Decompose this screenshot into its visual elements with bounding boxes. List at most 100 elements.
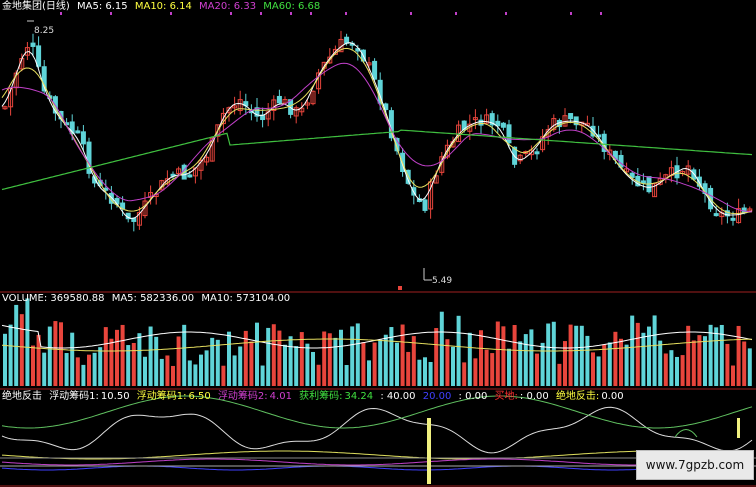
volume-bar [747,348,752,386]
volume-bar [641,332,646,386]
float-chips1-value: 10.50 [100,391,130,402]
candle-body [80,131,86,145]
volume-bar [199,354,203,386]
chart-canvas[interactable]: 8.25 5.49 [0,0,756,487]
volume-bar [451,346,455,386]
watermark: www.7gpzb.com [636,450,754,480]
volume-bar [691,340,696,386]
volume-bar [81,364,86,386]
volume-bar [299,332,304,386]
volume-bar [669,350,674,386]
volume-bar [652,315,657,386]
volume-bar [551,321,556,386]
volume-bar [742,341,747,386]
candle-body [75,130,81,134]
volume-bar [31,345,35,386]
volume-bar [507,348,511,386]
candle-body [500,122,506,128]
volume-bar [675,356,679,386]
volume-bar [518,341,523,386]
volume-bar [462,362,467,386]
volume-bar [64,353,69,386]
counter-label: 绝地反击: [555,391,600,402]
low-price-label: 5.49 [432,276,452,286]
volume-bar [423,357,427,386]
bottom-label: 买地: [494,391,518,402]
float-chips2-label: 浮动筹码1: [136,391,187,402]
volume-bar [193,364,198,386]
volume-bar [725,343,730,386]
volume-bar [411,336,416,386]
top-marker [600,12,602,15]
volume-bar [546,323,551,386]
volume-bar [204,350,209,386]
volume-bar [238,346,243,386]
counter-value: 0.00 [601,391,624,402]
candle-body [36,45,42,67]
volume-bar [456,315,461,386]
volume-bar [523,334,528,386]
volume-bar [47,326,52,386]
volume-bar [171,365,175,386]
signal-bar [427,418,431,484]
volume-bar [400,324,405,386]
volume-bar [395,342,399,386]
volume-header: VOLUME: 369580.88 MA5: 582336.00 MA10: 5… [2,293,294,305]
volume-bar [372,342,377,386]
volume-bar [59,322,63,386]
volume-bar [579,325,584,386]
volume-bar [434,328,439,386]
volume-bar [529,329,534,386]
volume-bar [14,304,19,386]
volume-bar [714,327,719,386]
volume-bar [70,332,75,386]
indicator-name: 绝地反击 [2,391,42,402]
volume-bar [115,329,119,386]
volume-bar [260,365,265,386]
volume-bar [350,326,355,386]
volume-bar [484,349,489,386]
volume-bar [501,326,506,386]
volume-bar [221,365,226,386]
volume-ma10: MA10: 573104.00 [201,293,291,304]
volume-bar [8,324,13,386]
top-marker [410,12,412,15]
candle-body [30,42,36,47]
volume-bar [406,351,411,386]
volume-bar [344,365,349,386]
volume-bar [109,338,114,386]
volume-bar [479,330,483,386]
volume-bar [378,339,383,386]
volume-bar [143,356,147,386]
indicator-v3: : 0.00 [458,391,488,402]
volume-bar [389,327,394,386]
volume-bar [630,315,635,386]
volume-bar [92,352,97,386]
candle-body [478,119,484,126]
volume-bar [591,352,595,386]
profit-chips-label: 获利筹码: [299,391,343,402]
volume-bar [131,342,136,386]
candle-body [506,124,512,144]
volume-bar [288,336,293,386]
main-chart-header: 金地集团(日线) MA5: 6.15 MA10: 6.14 MA20: 6.33… [2,1,324,13]
volume-bar [490,353,495,386]
volume-bar [25,298,30,386]
volume-bar [708,324,713,386]
volume-bar [658,340,663,386]
volume-bar [697,335,702,386]
indicator-white-line [1,406,753,454]
volume-bar [227,331,231,386]
volume-bar [182,324,187,386]
ma20-line [1,62,753,213]
volume-bar [232,355,237,386]
volume-bar [3,333,7,386]
volume-bar [663,353,668,386]
volume-bar [249,341,254,386]
volume-bar [635,322,640,386]
volume-bar [311,351,315,386]
volume-bar [215,339,220,386]
ma60-label: MA60: 6.68 [263,1,321,12]
volume-bar [187,360,192,386]
top-marker [570,12,572,15]
